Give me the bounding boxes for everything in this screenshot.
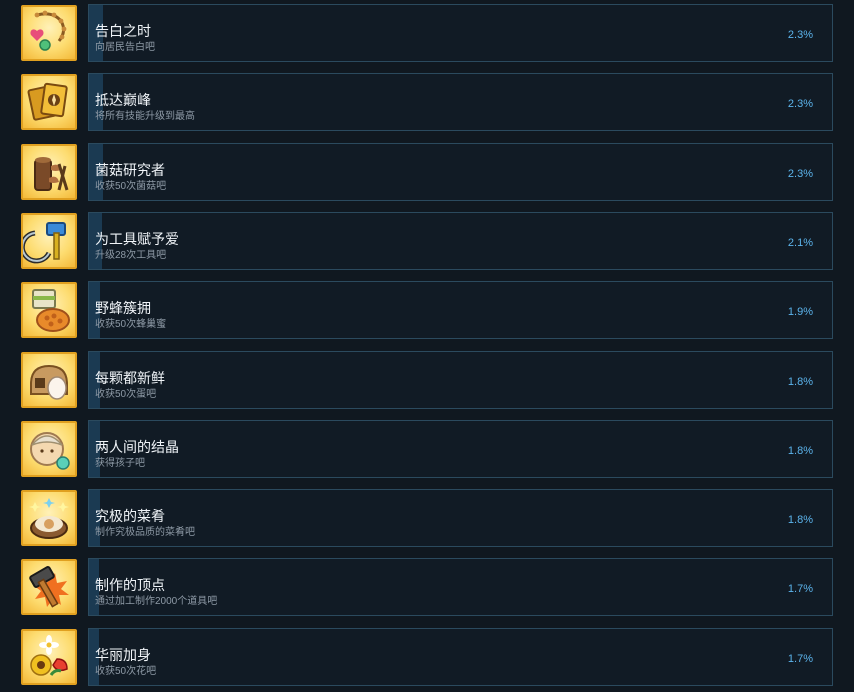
achievement-percent: 1.7%	[787, 583, 813, 596]
achievement-title: 菌菇研究者	[95, 161, 165, 178]
achievement-progress-box: 菌菇研究者 收获50次菌菇吧 2.3%	[88, 142, 833, 201]
achievement-description: 收获50次菌菇吧	[95, 180, 167, 192]
achievement-percent: 2.3%	[787, 167, 813, 180]
achievement-progress-box: 告白之时 向居民告白吧 2.3%	[88, 4, 833, 62]
achievement-description: 制作究极品质的菜肴吧	[95, 527, 195, 539]
mushroom-log-icon	[21, 143, 77, 200]
achievement-percent: 1.8%	[787, 375, 813, 388]
achievement-row-3[interactable]: 菌菇研究者 收获50次菌菇吧 2.3%	[20, 142, 834, 203]
achievement-title: 野蜂簇拥	[95, 300, 151, 317]
achievement-description: 向居民告白吧	[95, 42, 155, 53]
crafting-hammer-icon	[21, 559, 77, 616]
achievement-description: 获得孩子吧	[95, 457, 145, 469]
achievement-title: 每颗都新鲜	[95, 369, 165, 386]
hammer-sickle-icon	[21, 212, 77, 269]
achievement-row-6[interactable]: 每颗都新鲜 收获50次蛋吧 1.8%	[20, 350, 834, 411]
achievement-progress-box: 抵达巅峰 将所有技能升级到最高 2.3%	[88, 73, 833, 132]
achievement-title: 为工具赋予爱	[95, 230, 179, 247]
achievement-title: 告白之时	[95, 23, 151, 39]
achievement-row-7[interactable]: 两人间的结晶 获得孩子吧 1.8%	[20, 419, 834, 480]
achievement-percent: 1.7%	[787, 652, 813, 665]
achievement-row-9[interactable]: 制作的顶点 通过加工制作2000个道具吧 1.7%	[20, 558, 834, 618]
achievement-percent: 1.9%	[787, 306, 813, 319]
achievement-row-5[interactable]: 野蜂簇拥 收获50次蜂巢蜜 1.9%	[20, 281, 834, 341]
achievement-progress-box: 野蜂簇拥 收获50次蜂巢蜜 1.9%	[88, 281, 833, 340]
achievement-description: 收获50次蛋吧	[95, 388, 157, 400]
achievement-progress-box: 每颗都新鲜 收获50次蛋吧 1.8%	[88, 350, 833, 409]
achievement-description: 升级28次工具吧	[95, 249, 167, 261]
achievement-progress-box: 制作的顶点 通过加工制作2000个道具吧 1.7%	[88, 558, 833, 617]
achievement-progress-box: 华丽加身 收获50次花吧 1.7%	[88, 627, 833, 686]
achievement-title: 抵达巅峰	[95, 92, 151, 109]
achievement-percent: 2.3%	[787, 98, 813, 111]
achievement-percent: 2.1%	[787, 236, 813, 249]
achievement-title: 究极的菜肴	[95, 508, 165, 525]
achievement-progress-box: 为工具赋予爱 升级28次工具吧 2.1%	[88, 211, 833, 270]
achievement-title: 华丽加身	[95, 646, 151, 663]
flower-icon	[21, 628, 77, 685]
achievement-title: 两人间的结晶	[95, 438, 179, 455]
achievement-description: 收获50次花吧	[95, 665, 157, 677]
honeycomb-icon	[21, 282, 77, 339]
achievement-percent: 2.3%	[787, 29, 813, 41]
achievement-progress-box: 两人间的结晶 获得孩子吧 1.8%	[88, 419, 833, 478]
achievement-row-1[interactable]: 告白之时 向居民告白吧 2.3%	[20, 4, 834, 64]
achievement-row-8[interactable]: 究极的菜肴 制作究极品质的菜肴吧 1.8%	[20, 489, 834, 549]
baby-icon	[21, 420, 77, 477]
necklace-icon	[21, 5, 77, 61]
achievement-description: 通过加工制作2000个道具吧	[95, 596, 218, 608]
skill-cards-icon	[21, 74, 77, 131]
achievement-title: 制作的顶点	[95, 577, 165, 594]
achievement-row-10[interactable]: 华丽加身 收获50次花吧 1.7%	[20, 627, 834, 688]
achievement-description: 将所有技能升级到最高	[95, 111, 195, 123]
achievement-percent: 1.8%	[787, 514, 813, 527]
achievement-row-4[interactable]: 为工具赋予爱 升级28次工具吧 2.1%	[20, 211, 834, 272]
achievement-progress-box: 究极的菜肴 制作究极品质的菜肴吧 1.8%	[88, 489, 833, 548]
achievement-list: 告白之时 向居民告白吧 2.3% 抵达巅峰 将所有技能升级到最高 2.3% 菌菇…	[0, 0, 854, 692]
achievement-percent: 1.8%	[787, 444, 813, 457]
achievement-row-2[interactable]: 抵达巅峰 将所有技能升级到最高 2.3%	[20, 73, 834, 133]
egg-icon	[21, 351, 77, 408]
achievement-description: 收获50次蜂巢蜜	[95, 319, 167, 331]
dish-icon	[21, 490, 77, 547]
